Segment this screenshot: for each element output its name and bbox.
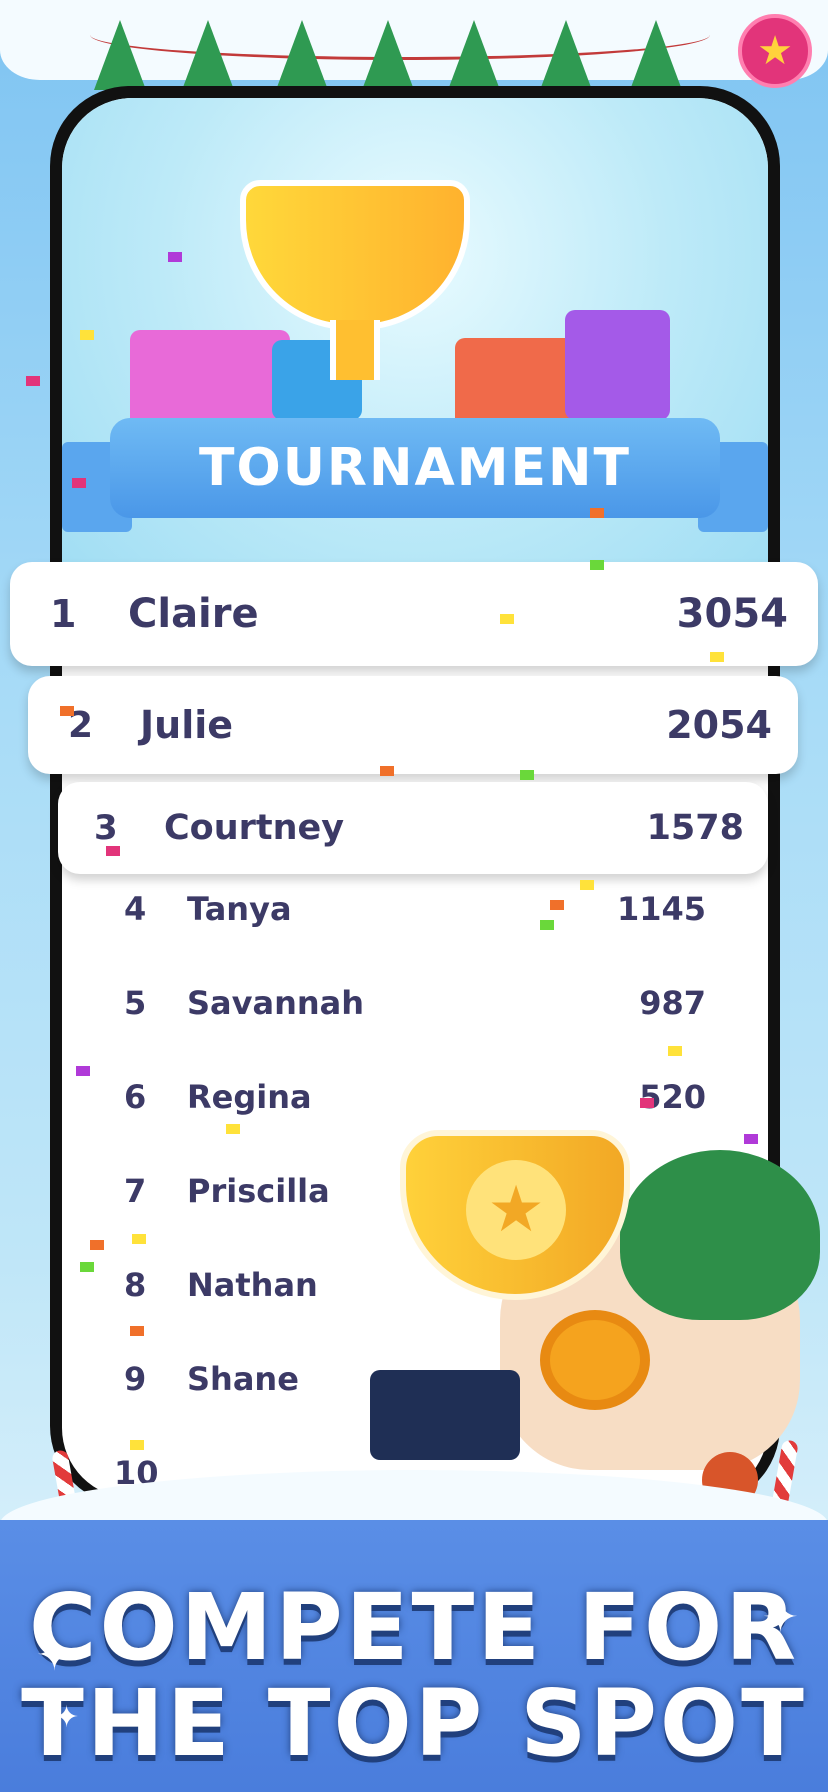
star-icon: ★: [466, 1160, 566, 1260]
tournament-banner: TOURNAMENT: [110, 418, 720, 518]
banner-title: TOURNAMENT: [199, 438, 631, 498]
rank-number: 3: [94, 808, 118, 848]
player-score: 987: [639, 984, 706, 1022]
player-score: 3054: [676, 591, 788, 637]
confetti: [80, 330, 94, 340]
sparkle-icon: ✦: [762, 1592, 799, 1643]
confetti: [60, 706, 74, 716]
headline-line-1: COMPETE FOR: [28, 1574, 800, 1681]
gift-box-icon: [565, 310, 670, 420]
rank-number: 6: [124, 1078, 147, 1116]
player-score: 2054: [666, 703, 772, 747]
leaderboard-row-6[interactable]: 6 Regina 520: [100, 1068, 720, 1128]
star-icon: ★: [738, 14, 812, 88]
confetti: [106, 846, 120, 856]
player-name: Nathan: [187, 1266, 318, 1304]
player-name: Regina: [187, 1078, 312, 1116]
confetti: [590, 508, 604, 518]
leaderboard-row-5[interactable]: 5 Savannah 987: [100, 974, 720, 1034]
confetti: [640, 1098, 654, 1108]
sparkle-icon: ✦: [36, 1630, 73, 1681]
rank-number: 9: [124, 1360, 147, 1398]
rank-number: 5: [124, 984, 147, 1022]
tree-icon: [182, 20, 234, 104]
leaderboard-row-1[interactable]: 1 Claire 3054: [10, 562, 818, 666]
confetti: [710, 652, 724, 662]
tree-icon: [94, 20, 146, 104]
headline-line-2: THE TOP SPOT: [21, 1670, 807, 1777]
confetti: [500, 614, 514, 624]
rank-number: 8: [124, 1266, 147, 1304]
leaderboard-row-4[interactable]: 4 Tanya 1145: [100, 880, 720, 940]
mascot-mouth: [540, 1310, 650, 1410]
tree-icon: [540, 20, 592, 104]
player-name: Claire: [128, 591, 259, 637]
player-score: 1578: [646, 808, 744, 848]
trophy-base: [370, 1370, 520, 1460]
confetti: [130, 1326, 144, 1336]
rank-number: 1: [50, 592, 77, 636]
confetti: [80, 1262, 94, 1272]
confetti: [580, 880, 594, 890]
confetti: [744, 1134, 758, 1144]
player-name: Tanya: [187, 890, 292, 928]
tree-icon: [448, 20, 500, 104]
player-name: Julie: [140, 703, 234, 747]
confetti: [668, 1046, 682, 1056]
confetti: [130, 1440, 144, 1450]
sparkle-icon: ✦: [54, 1700, 80, 1735]
confetti: [26, 376, 40, 386]
leaderboard-row-2[interactable]: 2 Julie 2054: [28, 676, 798, 774]
confetti: [76, 1066, 90, 1076]
christmas-tree-hat-icon: [620, 1150, 820, 1320]
player-name: Courtney: [164, 808, 345, 848]
confetti: [540, 920, 554, 930]
confetti: [168, 252, 182, 262]
tree-icon: [362, 20, 414, 104]
leaderboard-row-3[interactable]: 3 Courtney 1578: [58, 782, 768, 874]
confetti: [132, 1234, 146, 1244]
tree-icon: [276, 20, 328, 104]
rank-number: 4: [124, 890, 147, 928]
confetti: [72, 478, 86, 488]
tree-icon: [630, 20, 682, 104]
gift-box-icon: [455, 338, 575, 428]
player-name: Savannah: [187, 984, 365, 1022]
confetti: [380, 766, 394, 776]
player-score: 1145: [616, 890, 706, 928]
confetti: [550, 900, 564, 910]
confetti: [90, 1240, 104, 1250]
confetti: [226, 1124, 240, 1134]
player-name: Priscilla: [187, 1172, 330, 1210]
trophy-stem: [330, 320, 380, 380]
confetti: [520, 770, 534, 780]
player-name: Shane: [187, 1360, 299, 1398]
confetti: [590, 560, 604, 570]
player-score: 520: [639, 1078, 706, 1116]
rank-number: 7: [124, 1172, 147, 1210]
